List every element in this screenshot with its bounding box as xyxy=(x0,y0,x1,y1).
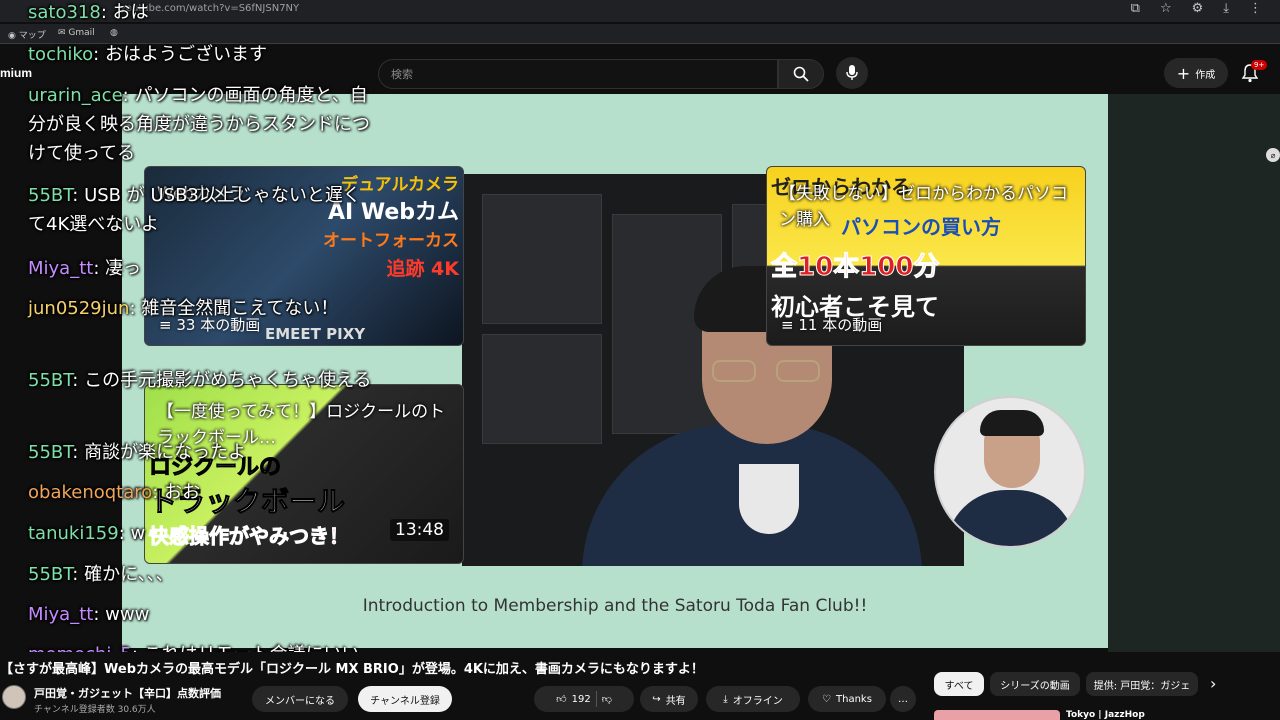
browser-toolbar: youtube.com/watch?v=S6fNJSN7NY ⧉ ☆ ⚙ ⤓ ⋮ xyxy=(0,0,1280,22)
plus-icon: + xyxy=(1176,63,1191,83)
join-button[interactable]: メンバーになる xyxy=(252,686,348,712)
search-icon xyxy=(793,66,809,82)
extension-toggle-icon[interactable]: ⌀ xyxy=(1266,148,1280,162)
divider xyxy=(595,691,597,707)
address-bar[interactable]: youtube.com/watch?v=S6fNJSN7NY xyxy=(120,3,299,14)
related-video-title[interactable]: Tokyo | JazzHop xyxy=(1066,710,1145,720)
offline-label: オフライン xyxy=(732,695,783,707)
search-button[interactable] xyxy=(778,59,824,89)
background-shelf xyxy=(482,194,602,324)
chat-user: 55BT xyxy=(28,370,73,391)
thanks-button[interactable]: ♡ Thanks xyxy=(808,686,886,712)
youtube-logo[interactable]: mium xyxy=(0,66,32,80)
channel-name[interactable]: 戸田覚・ガジェット【辛口】点数評価 xyxy=(34,685,221,701)
like-count[interactable]: 192 xyxy=(572,694,591,705)
youtube-header: mium + 作成 9+ xyxy=(0,50,1280,94)
share-label: 共有 xyxy=(665,695,686,707)
card-title: Webカメラ xyxy=(157,184,246,204)
create-label: 作成 xyxy=(1195,69,1216,81)
cast-icon[interactable]: ⧉ xyxy=(1131,1,1140,16)
more-actions-button[interactable]: … xyxy=(890,686,916,712)
video-info-bar: 【さすが最高峰】Webカメラの最高モデル「ロジクール MX BRIO」が登場。4… xyxy=(0,652,1280,720)
chat-user: 55BT xyxy=(28,442,73,463)
chat-user: Miya_tt xyxy=(28,604,94,625)
channel-subscribe-element[interactable] xyxy=(934,396,1086,548)
offline-download-button[interactable]: ⤓ オフライン xyxy=(706,686,800,712)
thumbnail-brand: EMEET PIXY xyxy=(265,325,366,343)
filter-chip-series[interactable]: シリーズの動画 xyxy=(990,672,1080,696)
subscriber-count: チャンネル登録者数 30.6万人 xyxy=(34,705,156,715)
search-box xyxy=(378,59,778,89)
microphone-icon xyxy=(846,65,858,80)
thumbs-up-icon[interactable]: 👍︎ xyxy=(556,693,566,705)
notification-count-badge: 9+ xyxy=(1251,60,1268,70)
create-button[interactable]: + 作成 xyxy=(1164,58,1228,88)
video-title: 【さすが最高峰】Webカメラの最高モデル「ロジクール MX BRIO」が登場。4… xyxy=(0,662,704,677)
bubble-hair xyxy=(980,410,1044,436)
gmail-bookmark-label: Gmail xyxy=(68,28,95,38)
bookmark-star-icon[interactable]: ☆ xyxy=(1160,1,1172,16)
channel-avatar[interactable] xyxy=(2,685,26,709)
card-video-count: 11 本の動画 xyxy=(781,314,882,335)
thumb-line: オートフォーカス xyxy=(323,231,459,251)
related-video-thumbnail[interactable] xyxy=(934,710,1060,720)
search-input[interactable] xyxy=(379,60,777,88)
chat-user: Miya_tt xyxy=(28,258,94,279)
thumb-line: ロジクールの xyxy=(149,455,282,481)
globe-icon[interactable]: ◍ xyxy=(110,28,118,38)
chevron-right-icon[interactable]: › xyxy=(1210,674,1216,693)
extensions-icon[interactable]: ⚙ xyxy=(1192,1,1204,16)
card-title: 【失敗しない】ゼロからわかるパソコン購入 xyxy=(779,184,1068,230)
share-icon: ↪ xyxy=(652,693,661,705)
card-video-count: 33 本の動画 xyxy=(159,314,260,335)
card-title: 【一度使ってみて！】ロジクールのトラックボール… xyxy=(157,402,446,448)
chat-user: tanuki159 xyxy=(28,523,119,544)
menu-icon[interactable]: ⋮ xyxy=(1249,1,1262,16)
subscribe-button[interactable]: チャンネル登録 xyxy=(358,686,452,712)
browser-actions: ⧉ ☆ ⚙ ⤓ ⋮ xyxy=(1131,1,1262,16)
video-duration: 13:48 xyxy=(390,519,449,541)
download-icon: ⤓ xyxy=(723,693,728,705)
video-card-trackball[interactable]: ロジクールの トラックボール 快感操作がやみつき！ 【一度使ってみて！】ロジクー… xyxy=(144,384,464,564)
filter-chip-by-channel[interactable]: 提供: 戸田覚：ガジェ xyxy=(1086,672,1198,696)
thanks-heart-icon: ♡ xyxy=(822,693,832,705)
presenter-shirt xyxy=(739,464,799,534)
playlist-card-webcam[interactable]: デュアルカメラ AI Webカム オートフォーカス 追跡 4K EMEET PI… xyxy=(144,166,464,346)
playlist-card-pc-buying[interactable]: ゼロからわかる パソコンの買い方 全10本100分 初心者こそ見て 【失敗しない… xyxy=(766,166,1086,346)
thumbs-down-icon[interactable]: 👎︎ xyxy=(602,693,612,705)
secondary-column-background xyxy=(1108,94,1280,654)
chat-user: jun0529jun xyxy=(28,298,130,319)
bookmarks-bar: ◉ マップ ✉ Gmail ◍ xyxy=(0,24,1280,44)
voice-search-button[interactable] xyxy=(836,57,868,89)
thumb-line: 追跡 4K xyxy=(386,258,459,280)
thanks-label: Thanks xyxy=(836,693,872,705)
filter-chip-all[interactable]: すべて xyxy=(934,672,984,696)
video-caption: Introduction to Membership and the Sator… xyxy=(362,596,868,616)
maps-bookmark-label: マップ xyxy=(18,31,46,41)
bubble-body xyxy=(946,490,1076,546)
share-button[interactable]: ↪ 共有 xyxy=(640,686,698,712)
video-player[interactable]: デュアルカメラ AI Webカム オートフォーカス 追跡 4K EMEET PI… xyxy=(122,94,1108,648)
thumb-line: 全10本100分 xyxy=(771,252,940,283)
like-dislike-group: 👍︎ 192 👎︎ xyxy=(534,686,634,712)
download-icon[interactable]: ⤓ xyxy=(1223,1,1229,16)
gmail-bookmark[interactable]: ✉ Gmail xyxy=(58,28,95,38)
chat-user: 55BT xyxy=(28,564,73,585)
maps-bookmark[interactable]: ◉ マップ xyxy=(8,28,46,41)
thumb-line: トラックボール xyxy=(149,485,346,519)
chat-user: 55BT xyxy=(28,185,73,206)
presenter-glasses xyxy=(706,360,830,382)
background-shelf xyxy=(482,334,602,444)
